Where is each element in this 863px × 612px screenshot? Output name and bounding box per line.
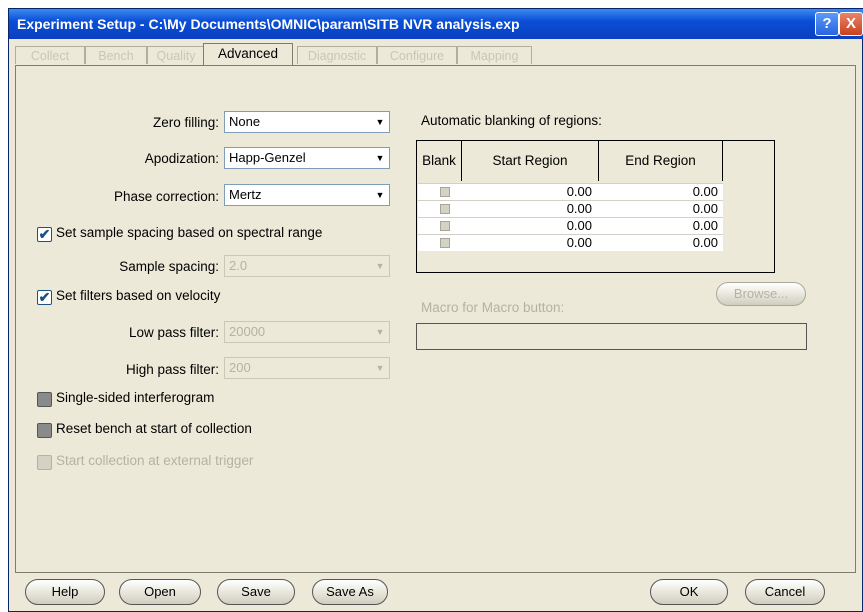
low-pass-select[interactable]: 20000 ▼: [224, 321, 390, 343]
phase-correction-label: Phase correction:: [113, 189, 219, 204]
experiment-setup-dialog: Experiment Setup - C:\My Documents\OMNIC…: [8, 8, 863, 612]
blank-checkbox[interactable]: [440, 204, 450, 214]
column-header-end-region[interactable]: End Region: [599, 141, 723, 181]
apodization-value: Happ-Genzel: [229, 150, 306, 165]
help-button[interactable]: Help: [25, 579, 105, 605]
phase-correction-value: Mertz: [229, 187, 262, 202]
blank-checkbox[interactable]: [440, 238, 450, 248]
external-trigger-checkbox-label: Start collection at external trigger: [56, 453, 254, 468]
tab-collect[interactable]: Collect: [15, 46, 85, 64]
macro-path-input[interactable]: [416, 323, 807, 350]
table-row[interactable]: 0.00 0.00: [418, 183, 723, 200]
tab-quality[interactable]: Quality: [147, 46, 205, 64]
start-region-cell[interactable]: 0.00: [463, 235, 592, 251]
help-icon[interactable]: ?: [815, 12, 839, 36]
sample-spacing-value: 2.0: [229, 258, 248, 273]
tab-diagnostic[interactable]: Diagnostic: [297, 46, 377, 64]
high-pass-value: 200: [229, 360, 251, 375]
column-header-start-region[interactable]: Start Region: [462, 141, 599, 181]
sample-spacing-checkbox[interactable]: ✔: [37, 227, 52, 242]
sample-spacing-checkbox-label: Set sample spacing based on spectral ran…: [56, 225, 323, 240]
chevron-down-icon[interactable]: ▼: [372, 257, 388, 275]
table-row[interactable]: 0.00 0.00: [418, 217, 723, 234]
blank-checkbox[interactable]: [440, 187, 450, 197]
column-header-blank[interactable]: Blank: [417, 141, 462, 181]
start-region-cell[interactable]: 0.00: [463, 184, 592, 200]
low-pass-label: Low pass filter:: [128, 325, 219, 340]
chevron-down-icon[interactable]: ▼: [372, 323, 388, 341]
tab-advanced[interactable]: Advanced: [203, 43, 293, 65]
zero-filling-value: None: [229, 114, 261, 129]
chevron-down-icon[interactable]: ▼: [372, 113, 388, 131]
chevron-down-icon[interactable]: ▼: [372, 359, 388, 377]
blanking-title: Automatic blanking of regions:: [421, 113, 602, 128]
table-row[interactable]: 0.00 0.00: [418, 234, 723, 251]
blank-checkbox[interactable]: [440, 221, 450, 231]
save-button[interactable]: Save: [217, 579, 295, 605]
tab-mapping[interactable]: Mapping: [457, 46, 532, 64]
phase-correction-select[interactable]: Mertz ▼: [224, 184, 390, 206]
title-bar[interactable]: Experiment Setup - C:\My Documents\OMNIC…: [9, 9, 863, 39]
tab-bench[interactable]: Bench: [85, 46, 147, 64]
high-pass-select[interactable]: 200 ▼: [224, 357, 390, 379]
end-region-cell[interactable]: 0.00: [600, 184, 718, 200]
end-region-cell[interactable]: 0.00: [600, 218, 718, 234]
macro-label: Macro for Macro button:: [421, 300, 565, 315]
ok-button[interactable]: OK: [650, 579, 728, 605]
filters-velocity-checkbox[interactable]: ✔: [37, 290, 52, 305]
apodization-label: Apodization:: [144, 151, 219, 166]
single-sided-checkbox[interactable]: [37, 392, 52, 407]
zero-filling-label: Zero filling:: [152, 115, 219, 130]
save-as-button[interactable]: Save As: [312, 579, 388, 605]
filters-velocity-checkbox-label: Set filters based on velocity: [56, 288, 221, 303]
reset-bench-checkbox[interactable]: [37, 423, 52, 438]
window-title: Experiment Setup - C:\My Documents\OMNIC…: [17, 16, 520, 32]
start-region-cell[interactable]: 0.00: [463, 218, 592, 234]
chevron-down-icon[interactable]: ▼: [372, 149, 388, 167]
blanking-regions-grid[interactable]: Blank Start Region End Region 0.00 0.00 …: [416, 140, 775, 273]
sample-spacing-select[interactable]: 2.0 ▼: [224, 255, 390, 277]
table-row[interactable]: 0.00 0.00: [418, 200, 723, 217]
apodization-select[interactable]: Happ-Genzel ▼: [224, 147, 390, 169]
end-region-cell[interactable]: 0.00: [600, 235, 718, 251]
zero-filling-select[interactable]: None ▼: [224, 111, 390, 133]
sample-spacing-label: Sample spacing:: [119, 259, 219, 274]
single-sided-checkbox-label: Single-sided interferogram: [56, 390, 215, 405]
low-pass-value: 20000: [229, 324, 266, 339]
end-region-cell[interactable]: 0.00: [600, 201, 718, 217]
chevron-down-icon[interactable]: ▼: [372, 186, 388, 204]
close-icon[interactable]: X: [839, 12, 863, 36]
high-pass-label: High pass filter:: [125, 362, 219, 377]
start-region-cell[interactable]: 0.00: [463, 201, 592, 217]
tab-configure[interactable]: Configure: [377, 46, 457, 64]
external-trigger-checkbox[interactable]: [37, 455, 52, 470]
open-button[interactable]: Open: [119, 579, 201, 605]
cancel-button[interactable]: Cancel: [745, 579, 825, 605]
reset-bench-checkbox-label: Reset bench at start of collection: [56, 421, 252, 436]
browse-button[interactable]: Browse...: [716, 282, 806, 306]
